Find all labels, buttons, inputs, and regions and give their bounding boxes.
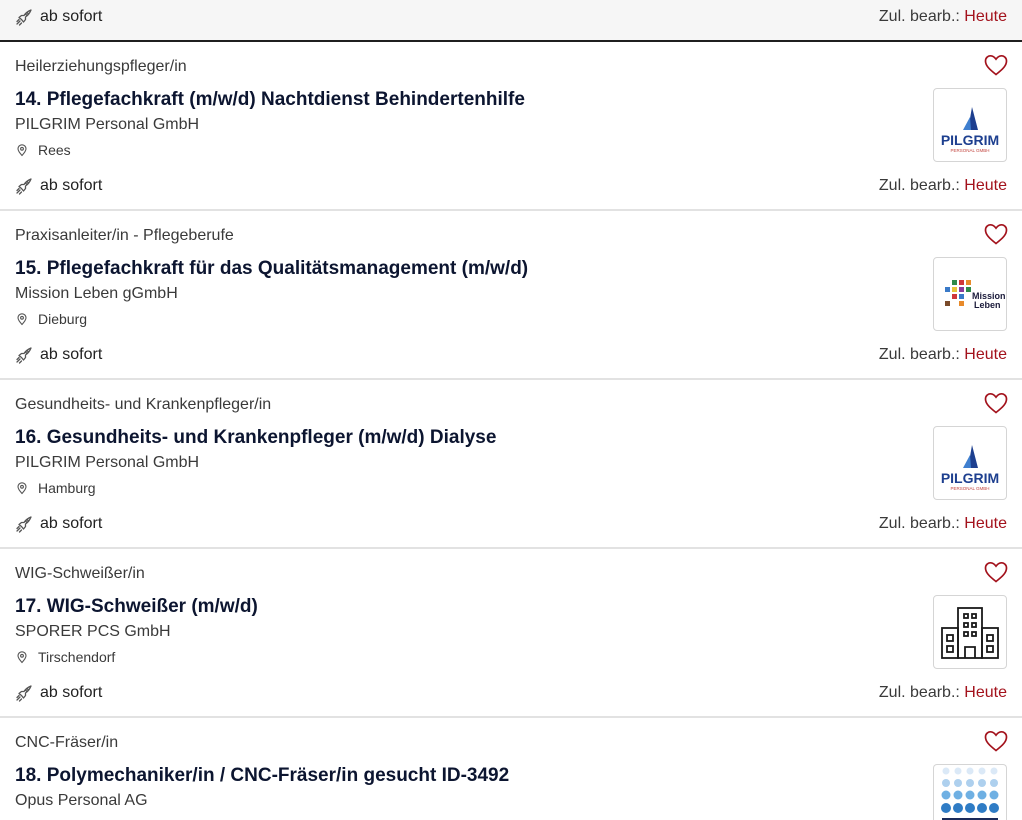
start-date: ab sofort <box>15 177 102 195</box>
start-label: ab sofort <box>40 346 103 363</box>
company-name: Opus Personal AG <box>15 792 148 809</box>
job-occupation: WIG-Schweißer/in <box>15 565 145 582</box>
last-edited-prefix: Zul. bearb.: <box>878 346 960 363</box>
company-name: PILGRIM Personal GmbH <box>15 116 200 133</box>
last-edited-prefix: Zul. bearb.: <box>878 8 960 25</box>
location-label: Dieburg <box>38 311 88 327</box>
heart-outline-icon[interactable] <box>984 54 1008 76</box>
previous-card-footer: ab sofort Zul. bearb.: Heute <box>0 0 1022 42</box>
job-card[interactable]: Heilerziehungspfleger/in 14. Pflegefachk… <box>0 42 1022 211</box>
job-card[interactable]: Praxisanleiter/in - Pflegeberufe 15. Pfl… <box>0 211 1022 380</box>
location-label: Hamburg <box>38 480 96 496</box>
job-card[interactable]: WIG-Schweißer/in 17. WIG-Schweißer (m/w/… <box>0 549 1022 718</box>
last-edited-prefix: Zul. bearb.: <box>878 515 960 532</box>
company-name: SPORER PCS GmbH <box>15 623 171 640</box>
last-edited: Zul. bearb.: Heute <box>879 515 1007 533</box>
map-pin-icon <box>17 313 27 326</box>
job-location: Rees <box>15 142 71 158</box>
last-edited-value: Heute <box>964 8 1007 25</box>
rocket-icon <box>15 346 33 364</box>
last-edited: Zul. bearb.: Heute <box>879 177 1007 195</box>
logo-text-2: Leben <box>974 300 1001 310</box>
job-occupation: CNC-Fräser/in <box>15 734 119 751</box>
last-edited: Zul. bearb.: Heute <box>879 684 1007 702</box>
building-icon[interactable] <box>933 595 1007 669</box>
start-label: ab sofort <box>40 684 103 701</box>
job-location: Dieburg <box>15 311 87 327</box>
pilgrim-logo[interactable]: PILGRIM PERSONAL GMBH <box>933 426 1007 500</box>
job-occupation: Heilerziehungspfleger/in <box>15 58 187 75</box>
last-edited-prefix: Zul. bearb.: <box>878 684 960 701</box>
heart-outline-icon[interactable] <box>984 730 1008 752</box>
logo-text: PILGRIM <box>941 132 999 148</box>
job-location: Hamburg <box>15 480 96 496</box>
start-date: ab sofort <box>15 515 102 533</box>
job-title-link[interactable]: 16. Gesundheits- und Krankenpfleger (m/w… <box>15 427 496 449</box>
location-label: Rees <box>38 142 71 158</box>
mission-leben-logo[interactable]: Mission Leben <box>933 257 1007 331</box>
start-date: ab sofort <box>15 8 102 26</box>
last-edited: Zul. bearb.: Heute <box>879 346 1007 364</box>
start-label: ab sofort <box>40 515 103 532</box>
last-edited-prefix: Zul. bearb.: <box>878 177 960 194</box>
job-title-link[interactable]: 17. WIG-Schweißer (m/w/d) <box>15 596 258 618</box>
logo-subtext: PERSONAL GMBH <box>950 148 989 153</box>
logo-subtext: PERSONAL GMBH <box>950 486 989 491</box>
last-edited-value: Heute <box>964 515 1007 532</box>
last-edited-value: Heute <box>964 346 1007 363</box>
rocket-icon <box>15 177 33 195</box>
pilgrim-logo[interactable]: PILGRIM PERSONAL GMBH <box>933 88 1007 162</box>
map-pin-icon <box>17 144 27 157</box>
map-pin-icon <box>17 651 27 664</box>
job-card[interactable]: CNC-Fräser/in 18. Polymechaniker/in / CN… <box>0 718 1022 820</box>
start-date: ab sofort <box>15 684 102 702</box>
heart-outline-icon[interactable] <box>984 561 1008 583</box>
heart-outline-icon[interactable] <box>984 223 1008 245</box>
job-occupation: Praxisanleiter/in - Pflegeberufe <box>15 227 234 244</box>
heart-outline-icon[interactable] <box>984 392 1008 414</box>
opus-logo[interactable] <box>933 764 1007 820</box>
job-title-link[interactable]: 18. Polymechaniker/in / CNC-Fräser/in ge… <box>15 765 509 787</box>
job-location: Tirschendorf <box>15 649 115 665</box>
last-edited-value: Heute <box>964 177 1007 194</box>
start-label: ab sofort <box>40 177 103 194</box>
map-pin-icon <box>17 482 27 495</box>
last-edited: Zul. bearb.: Heute <box>879 8 1007 26</box>
company-name: Mission Leben gGmbH <box>15 285 178 302</box>
job-occupation: Gesundheits- und Krankenpfleger/in <box>15 396 272 413</box>
rocket-icon <box>15 515 33 533</box>
location-label: Tirschendorf <box>38 649 116 665</box>
rocket-icon <box>15 8 33 26</box>
rocket-icon <box>15 684 33 702</box>
job-title-link[interactable]: 14. Pflegefachkraft (m/w/d) Nachtdienst … <box>15 89 525 111</box>
start-label: ab sofort <box>40 8 103 25</box>
job-title-link[interactable]: 15. Pflegefachkraft für das Qualitätsman… <box>15 258 528 280</box>
start-date: ab sofort <box>15 346 102 364</box>
job-card[interactable]: Gesundheits- und Krankenpfleger/in 16. G… <box>0 380 1022 549</box>
logo-text: PILGRIM <box>941 470 999 486</box>
last-edited-value: Heute <box>964 684 1007 701</box>
company-name: PILGRIM Personal GmbH <box>15 454 200 471</box>
